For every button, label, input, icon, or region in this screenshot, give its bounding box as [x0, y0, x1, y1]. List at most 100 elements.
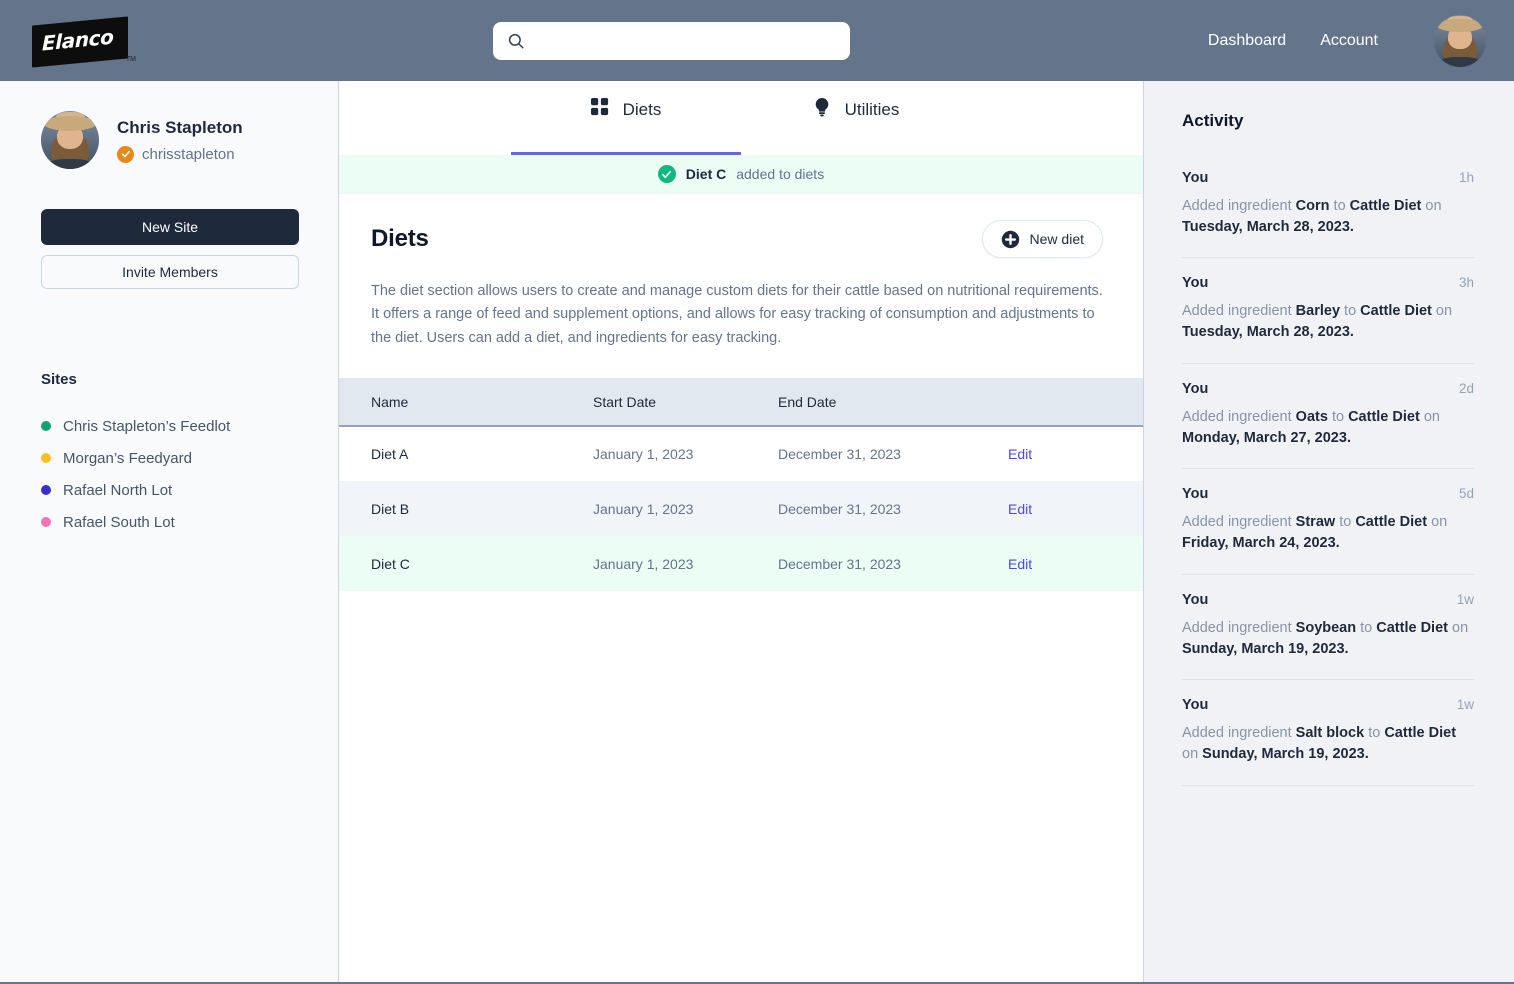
activity-item-meta: You 1w [1182, 697, 1474, 713]
activity-item: You3h Added ingredient Barley to Cattle D… [1182, 258, 1474, 363]
activity-panel: Activity You1hAdded ingredient Corn to C… [1144, 81, 1514, 982]
activity-item-meta: You1w [1182, 592, 1474, 608]
diets-table-head: Name Start Date End Date [339, 378, 1143, 426]
tab-bar: Diets Utilities [339, 81, 1143, 155]
tab-diets[interactable]: Diets [511, 81, 741, 155]
activity-timestamp: 1h [1459, 170, 1474, 185]
new-diet-button-label: New diet [1030, 231, 1084, 247]
sidebar: Chris Stapleton chrisstapleton New Site … [0, 81, 339, 982]
toast-notification: Diet C added to diets [339, 155, 1143, 193]
elanco-logo[interactable]: Elanco TM [32, 19, 130, 63]
profile-avatar[interactable] [41, 111, 99, 169]
new-diet-button[interactable]: New diet [982, 220, 1103, 258]
activity-timestamp: 5d [1459, 486, 1474, 501]
tab-utilities-label: Utilities [845, 100, 900, 120]
column-header-start-date[interactable]: Start Date [579, 378, 764, 426]
sidebar-site-label: Chris Stapleton’s Feedlot [63, 418, 230, 435]
site-status-dot-icon [41, 453, 51, 463]
activity-item: You 1w Added ingredient Salt block to Catt… [1182, 680, 1474, 785]
nav-link-dashboard[interactable]: Dashboard [1208, 32, 1286, 50]
activity-description: Added ingredient Barley to Cattle Diet o… [1182, 301, 1474, 342]
sites-heading: Sites [41, 371, 298, 388]
app-header: Elanco TM Dashboard Account [0, 0, 1514, 81]
verified-check-icon [117, 146, 134, 163]
sidebar-site-label: Rafael South Lot [63, 514, 175, 531]
nav-link-account[interactable]: Account [1320, 32, 1378, 50]
sidebar-site-item[interactable]: Rafael South Lot [41, 506, 298, 538]
sidebar-site-label: Morgan’s Feedyard [63, 450, 192, 467]
header-nav: Dashboard Account [1208, 15, 1486, 67]
tab-utilities[interactable]: Utilities [741, 81, 971, 155]
activity-item-meta: You2d [1182, 381, 1474, 397]
sidebar-site-item[interactable]: Chris Stapleton’s Feedlot [41, 410, 298, 442]
cell-start-date: January 1, 2023 [579, 426, 764, 481]
plus-circle-icon [1001, 230, 1020, 249]
table-row[interactable]: Diet BJanuary 1, 2023December 31, 2023 Ed… [339, 481, 1143, 536]
invite-members-button[interactable]: Invite Members [41, 255, 299, 289]
diets-section-header: Diets New diet [371, 220, 1103, 258]
search-input[interactable] [535, 33, 836, 49]
search-icon [507, 32, 525, 50]
diets-section: Diets New diet The diet section allows u… [339, 193, 1143, 350]
activity-actor: You [1182, 697, 1208, 713]
lightbulb-icon [813, 97, 831, 122]
tab-diets-label: Diets [623, 100, 662, 120]
cell-start-date: January 1, 2023 [579, 536, 764, 591]
activity-item: You2d Added ingredient Oats to Cattle Die… [1182, 364, 1474, 469]
activity-item-meta: You 5d [1182, 486, 1474, 502]
cell-actions: Edit [994, 536, 1143, 591]
check-circle-icon [658, 165, 676, 183]
grid-icon [591, 98, 609, 121]
table-header-row: Name Start Date End Date [339, 378, 1143, 426]
activity-description: Added ingredient Oats to Cattle Diet on … [1182, 407, 1474, 448]
profile-handle: chrisstapleton [142, 146, 235, 163]
edit-link[interactable]: Edit [1008, 556, 1032, 572]
edit-link[interactable]: Edit [1008, 501, 1032, 517]
cell-diet-name: Diet B [339, 481, 579, 536]
sidebar-site-item[interactable]: Morgan’s Feedyard [41, 442, 298, 474]
table-row[interactable]: Diet CJanuary 1, 2023December 31, 2023 Ed… [339, 536, 1143, 591]
cell-diet-name: Diet A [339, 426, 579, 481]
page-title: Diets [371, 225, 429, 253]
activity-timestamp: 1w [1457, 592, 1474, 607]
new-site-button[interactable]: New Site [41, 209, 299, 245]
sidebar-profile: Chris Stapleton chrisstapleton [41, 111, 298, 169]
activity-item: You5dAdded ingredient Straw to Cattle Di… [1182, 469, 1474, 574]
cell-start-date: January 1, 2023 [579, 481, 764, 536]
cell-actions: Edit [994, 426, 1143, 481]
sites-list: Chris Stapleton’s Feedlot Morgan’s Feedya… [41, 410, 298, 538]
site-status-dot-icon [41, 517, 51, 527]
activity-actor: You [1182, 486, 1208, 502]
activity-timestamp: 3h [1459, 275, 1474, 290]
activity-actor: You [1182, 381, 1208, 397]
activity-item-meta: You3h [1182, 275, 1474, 291]
table-row[interactable]: Diet AJanuary 1, 2023December 31, 2023Ed… [339, 426, 1143, 481]
activity-timestamp: 1w [1457, 697, 1474, 712]
profile-handle-row: chrisstapleton [117, 146, 243, 163]
activity-item: You1h Added ingredient Corn to Cattle Die… [1182, 153, 1474, 258]
cell-end-date: December 31, 2023 [764, 536, 994, 591]
activity-item-meta: You1h [1182, 170, 1474, 186]
column-header-end-date[interactable]: End Date [764, 378, 994, 426]
profile-text: Chris Stapleton chrisstapleton [117, 117, 243, 162]
cell-end-date: December 31, 2023 [764, 481, 994, 536]
activity-title: Activity [1182, 111, 1474, 131]
search-box[interactable] [493, 22, 850, 60]
site-status-dot-icon [41, 485, 51, 495]
activity-item: You1wAdded ingredient Soybean to Cattle … [1182, 575, 1474, 680]
activity-description: Added ingredient Salt block to Cattle Di… [1182, 723, 1474, 764]
column-header-name[interactable]: Name [339, 378, 579, 426]
table-empty-space [339, 591, 1143, 982]
avatar-image [1434, 15, 1486, 67]
activity-list: You1hAdded ingredient Corn to Cattle Die… [1182, 153, 1474, 786]
activity-description: Added ingredient Corn to Cattle Diet on … [1182, 196, 1474, 237]
app-body: Chris Stapleton chrisstapleton New Site … [0, 81, 1514, 984]
search-bar[interactable] [493, 22, 850, 60]
cell-actions: Edit [994, 481, 1143, 536]
sidebar-site-item[interactable]: Rafael North Lot [41, 474, 298, 506]
toast-message: added to diets [736, 166, 824, 182]
cell-diet-name: Diet C [339, 536, 579, 591]
edit-link[interactable]: Edit [1008, 446, 1032, 462]
profile-avatar-image [41, 111, 99, 169]
avatar[interactable] [1434, 15, 1486, 67]
